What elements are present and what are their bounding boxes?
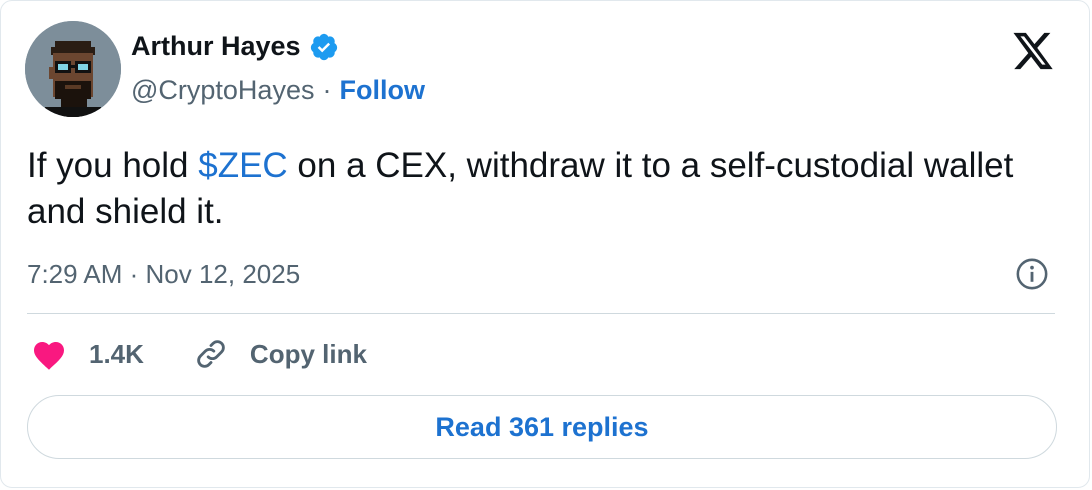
author-name[interactable]: Arthur Hayes <box>131 31 301 62</box>
copy-link-label: Copy link <box>249 338 367 369</box>
tweet-text-before: If you hold <box>27 146 199 185</box>
tweet-card: Arthur Hayes @CryptoHayes · Follow If yo… <box>0 0 1090 488</box>
heart-icon <box>34 342 64 370</box>
author-handle-row: @CryptoHayes · Follow <box>131 75 425 106</box>
tweet-text: If you hold $ZEC on a CEX, withdraw it t… <box>27 143 1067 235</box>
like-count: 1.4K <box>89 338 144 369</box>
action-bar: 1.4K Copy link <box>31 337 367 371</box>
author-name-row: Arthur Hayes <box>131 31 339 62</box>
pixel-punk-avatar-icon <box>25 21 121 117</box>
timestamp[interactable]: 7:29 AM · Nov 12, 2025 <box>27 259 300 290</box>
separator: · <box>322 75 332 105</box>
link-icon <box>197 340 225 368</box>
info-icon[interactable] <box>1015 257 1049 291</box>
read-replies-button[interactable]: Read 361 replies <box>27 395 1057 459</box>
like-button[interactable]: 1.4K <box>31 337 144 371</box>
cashtag-link[interactable]: $ZEC <box>198 146 287 185</box>
follow-button[interactable]: Follow <box>339 75 424 106</box>
author-handle[interactable]: @CryptoHayes <box>131 75 314 106</box>
copy-link-button[interactable]: Copy link <box>194 337 367 371</box>
divider <box>27 313 1055 314</box>
x-logo-icon[interactable] <box>1011 31 1055 71</box>
avatar[interactable] <box>25 21 121 117</box>
verified-badge-icon <box>310 33 337 60</box>
